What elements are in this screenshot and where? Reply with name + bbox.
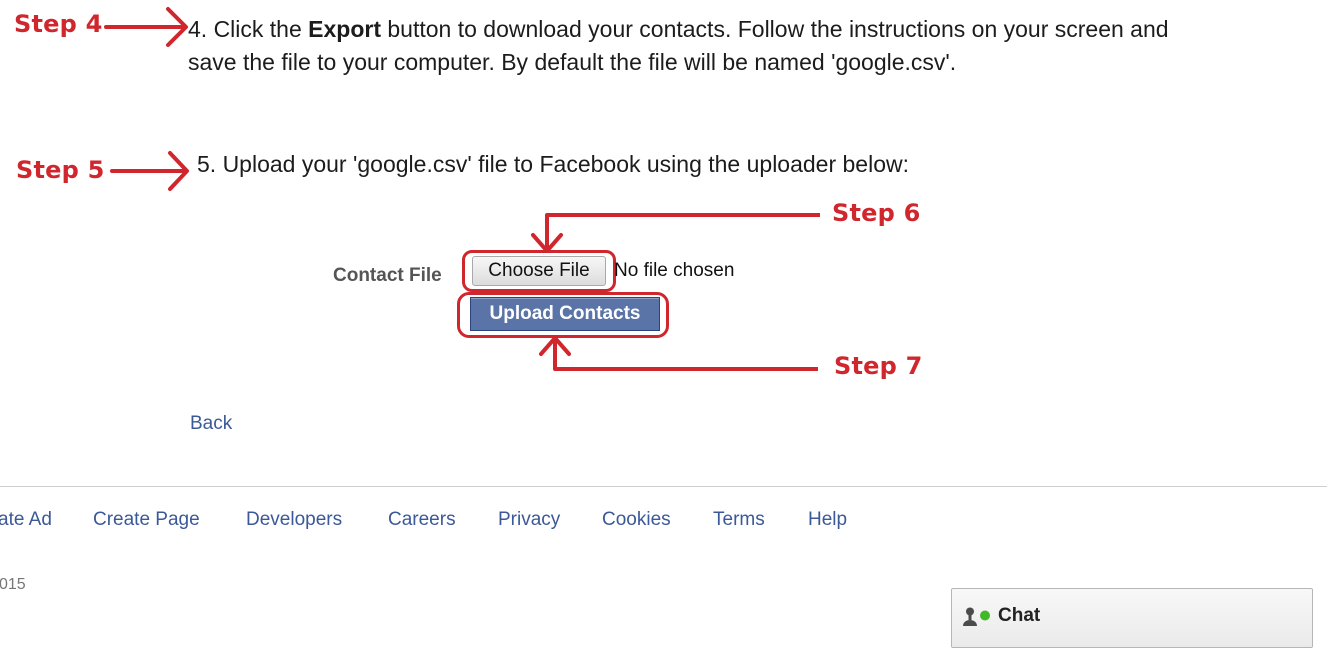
step7-annotation: Step 7 bbox=[834, 352, 923, 380]
step4-text-c: save the file to your computer. By defau… bbox=[188, 49, 957, 75]
step4-export-emphasis: Export bbox=[308, 16, 381, 42]
footer-privacy-link[interactable]: Privacy bbox=[498, 509, 560, 531]
chat-label: Chat bbox=[998, 605, 1041, 626]
footer-create-ad-link[interactable]: ate Ad bbox=[0, 509, 52, 531]
footer-create-page-link[interactable]: Create Page bbox=[93, 509, 200, 531]
choose-file-button[interactable]: Choose File bbox=[472, 256, 606, 286]
upload-contacts-button[interactable]: Upload Contacts bbox=[470, 297, 660, 331]
footer-help-link[interactable]: Help bbox=[808, 509, 847, 531]
footer-cookies-link[interactable]: Cookies bbox=[602, 509, 671, 531]
step6-annotation: Step 6 bbox=[832, 199, 921, 227]
step7-arrow-icon bbox=[539, 336, 818, 371]
step5-instruction: 5. Upload your 'google.csv' file to Face… bbox=[197, 151, 910, 177]
back-link[interactable]: Back bbox=[190, 413, 232, 435]
chat-bar[interactable]: Chat bbox=[951, 588, 1313, 648]
person-online-icon bbox=[963, 607, 990, 626]
copyright-text: 015 bbox=[0, 576, 26, 593]
step4-text-b: button to download your contacts. Follow… bbox=[381, 16, 1169, 42]
footer-developers-link[interactable]: Developers bbox=[246, 509, 342, 531]
footer-careers-link[interactable]: Careers bbox=[388, 509, 456, 531]
step4-arrow-icon bbox=[104, 7, 188, 47]
step5-annotation: Step 5 bbox=[16, 156, 105, 184]
step4-instruction: 4. Click the Export button to download y… bbox=[188, 13, 1308, 79]
no-file-chosen-text: No file chosen bbox=[614, 260, 735, 281]
footer-terms-link[interactable]: Terms bbox=[713, 509, 765, 531]
contact-file-label: Contact File bbox=[333, 265, 442, 286]
step5-arrow-icon bbox=[110, 151, 189, 191]
footer-divider bbox=[0, 486, 1327, 487]
step4-annotation: Step 4 bbox=[14, 10, 103, 38]
step4-text-a: 4. Click the bbox=[188, 16, 309, 42]
